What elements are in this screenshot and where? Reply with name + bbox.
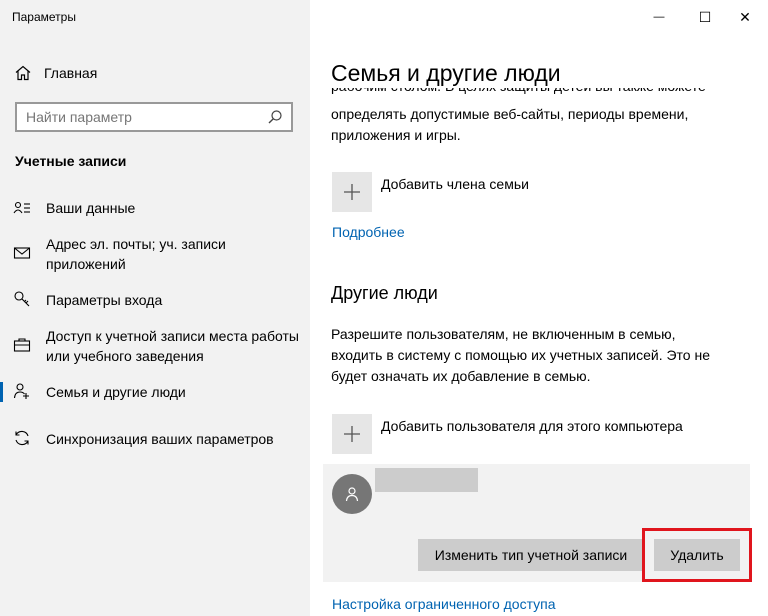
more-link[interactable]: Подробнее	[332, 224, 405, 240]
sidebar-item-label: Ваши данные	[46, 200, 136, 216]
plus-icon	[332, 414, 372, 454]
person-card-icon	[13, 201, 30, 214]
add-user-label: Добавить пользователя для этого компьюте…	[381, 418, 683, 434]
restricted-access-link[interactable]: Настройка ограниченного доступа	[332, 596, 556, 612]
nav-home[interactable]: Главная	[14, 62, 97, 84]
add-family-member-label: Добавить члена семьи	[381, 176, 529, 192]
home-icon	[15, 65, 31, 81]
avatar	[332, 474, 372, 514]
change-account-type-button[interactable]: Изменить тип учетной записи	[418, 539, 644, 571]
add-user-button[interactable]: Добавить пользователя для этого компьюте…	[332, 414, 683, 454]
sidebar-item-label: Семья и другие люди	[46, 384, 186, 400]
key-icon	[14, 291, 30, 307]
user-icon	[345, 487, 359, 502]
other-people-heading: Другие люди	[331, 283, 438, 303]
close-button[interactable]: ✕	[722, 4, 768, 30]
add-family-member-button[interactable]: Добавить члена семьи	[332, 172, 529, 212]
sidebar-item-label: Параметры входа	[46, 292, 163, 308]
sidebar-item-family[interactable]: Семья и другие люди	[0, 382, 310, 402]
search-input[interactable]	[26, 109, 267, 125]
highlight-box	[642, 528, 752, 582]
people-icon	[13, 383, 29, 399]
maximize-icon: ☐	[698, 8, 712, 25]
other-people-description: Разрешите пользователям, не включенным в…	[331, 326, 710, 384]
search-icon[interactable]	[267, 109, 283, 125]
active-indicator	[0, 382, 3, 402]
sidebar-item-label: Синхронизация ваших параметров	[46, 431, 274, 447]
plus-icon	[332, 172, 372, 212]
sidebar-item-sign-in[interactable]: Параметры входа	[0, 290, 310, 310]
redacted-user-name	[375, 468, 478, 492]
section-title: Учетные записи	[15, 153, 127, 169]
minimize-icon: —	[653, 11, 665, 23]
close-icon: ✕	[739, 8, 751, 25]
nav-home-label: Главная	[44, 65, 98, 81]
sync-icon	[15, 430, 29, 446]
sidebar-item-work-access[interactable]: Доступ к учетной записи места работы или…	[0, 326, 310, 366]
sidebar-item-label: Адрес эл. почты; уч. записи приложений	[46, 236, 226, 272]
sidebar-item-your-info[interactable]: Ваши данные	[0, 198, 310, 218]
search-box[interactable]	[15, 102, 293, 132]
page-title: Семья и другие люди	[331, 58, 731, 88]
sidebar-item-label: Доступ к учетной записи места работы или…	[46, 328, 299, 364]
sidebar-item-email[interactable]: Адрес эл. почты; уч. записи приложений	[0, 234, 310, 274]
window-title: Параметры	[12, 10, 76, 24]
mail-icon	[13, 247, 31, 259]
sidebar: Параметры Главная Учетные записи Ваши да…	[0, 0, 310, 616]
minimize-button[interactable]: —	[636, 4, 682, 30]
briefcase-icon	[13, 338, 31, 352]
sidebar-item-sync[interactable]: Синхронизация ваших параметров	[0, 429, 310, 449]
family-description: определять допустимые веб-сайты, периоды…	[331, 106, 689, 143]
